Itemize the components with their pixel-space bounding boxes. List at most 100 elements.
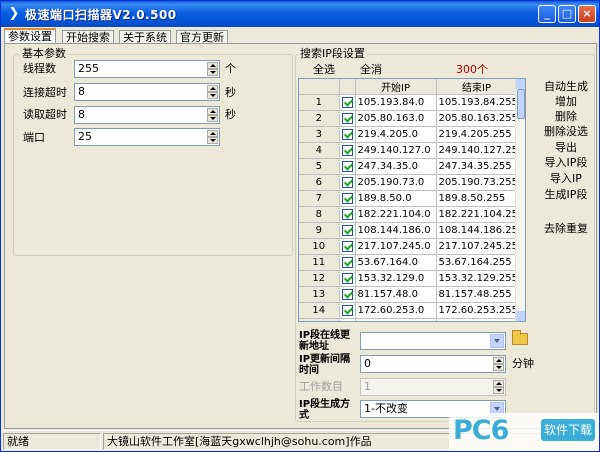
read-timeout-up-arrow-icon[interactable] <box>207 108 218 115</box>
table-scrollbar[interactable] <box>515 79 525 321</box>
connect-timeout-down-arrow-icon[interactable] <box>207 92 218 99</box>
start-ip-cell[interactable]: 172.60.253.0 <box>355 302 437 319</box>
scroll-up-arrow-icon[interactable] <box>516 79 525 89</box>
interval-down-arrow-icon[interactable] <box>493 364 504 371</box>
end-ip-cell[interactable]: 105.193.84.255 <box>436 94 518 111</box>
connect-timeout-stepper[interactable]: 8 <box>74 83 220 101</box>
table-row[interactable]: 14 172.60.253.0 172.60.253.255 <box>299 302 518 319</box>
select-all-button[interactable]: 全选 <box>313 63 335 77</box>
table-row[interactable]: 3 219.4.205.0 219.4.205.255 <box>299 126 518 143</box>
end-ip-cell[interactable]: 153.32.129.255 <box>436 270 518 287</box>
threads-stepper[interactable]: 255 <box>74 60 220 78</box>
row-checkbox-icon[interactable] <box>341 320 353 321</box>
end-ip-cell[interactable]: 205.190.73.255 <box>436 174 518 191</box>
add-button[interactable]: 增加 <box>544 95 588 109</box>
end-ip-cell[interactable]: 217.107.245.255 <box>436 238 518 255</box>
read-timeout-down-arrow-icon[interactable] <box>207 115 218 122</box>
start-ip-header[interactable]: 开始IP <box>355 79 437 95</box>
end-ip-cell[interactable]: 182.221.104.255 <box>436 206 518 223</box>
row-checkbox-icon[interactable] <box>341 304 353 316</box>
table-row[interactable]: 2 205.80.163.0 205.80.163.255 <box>299 110 518 127</box>
maximize-button[interactable]: □ <box>558 5 576 23</box>
start-ip-cell[interactable]: 53.67.164.0 <box>355 254 437 271</box>
import-ip-range-button[interactable]: 导入IP段 <box>544 156 588 170</box>
row-checkbox-icon[interactable] <box>341 144 353 156</box>
table-row[interactable]: 11 53.67.164.0 53.67.164.255 <box>299 254 518 271</box>
export-button[interactable]: 导出 <box>544 141 588 155</box>
scroll-thumb[interactable] <box>517 89 525 119</box>
tab-about[interactable]: 关于系统 <box>119 30 171 44</box>
interval-stepper[interactable]: 0 <box>360 355 506 373</box>
end-ip-cell[interactable]: 249.140.127.255 <box>436 142 518 159</box>
folder-open-icon[interactable] <box>512 330 528 345</box>
row-checkbox-icon[interactable] <box>341 128 353 140</box>
table-row[interactable]: 7 189.8.50.0 189.8.50.255 <box>299 190 518 207</box>
end-ip-cell[interactable]: 108.144.186.255 <box>436 222 518 239</box>
start-ip-cell[interactable]: 249.140.127.0 <box>355 142 437 159</box>
scroll-down-arrow-icon[interactable] <box>516 311 525 321</box>
start-ip-cell[interactable]: 103.235.126.0 <box>355 318 437 321</box>
table-row[interactable]: 8 182.221.104.0 182.221.104.255 <box>299 206 518 223</box>
start-ip-cell[interactable]: 219.4.205.0 <box>355 126 437 143</box>
end-ip-cell[interactable]: 53.67.164.255 <box>436 254 518 271</box>
table-row[interactable]: 1 105.193.84.0 105.193.84.255 <box>299 94 518 111</box>
start-ip-cell[interactable]: 105.193.84.0 <box>355 94 437 111</box>
read-timeout-stepper[interactable]: 8 <box>74 106 220 124</box>
row-checkbox-icon[interactable] <box>341 272 353 284</box>
start-ip-cell[interactable]: 182.221.104.0 <box>355 206 437 223</box>
start-ip-cell[interactable]: 205.80.163.0 <box>355 110 437 127</box>
close-button[interactable]: × <box>578 5 596 23</box>
row-checkbox-icon[interactable] <box>341 192 353 204</box>
minimize-button[interactable]: _ <box>538 5 556 23</box>
end-ip-cell[interactable]: 219.4.205.255 <box>436 126 518 143</box>
table-row[interactable]: 9 108.144.186.0 108.144.186.255 <box>299 222 518 239</box>
start-ip-cell[interactable]: 217.107.245.0 <box>355 238 437 255</box>
title-bar[interactable]: ❯ 极速端口扫描器V2.0.500 _ □ × <box>1 1 599 27</box>
row-checkbox-icon[interactable] <box>341 176 353 188</box>
table-row[interactable]: 15 103.235.126.0103.235.126.255 <box>299 318 518 321</box>
end-ip-cell[interactable]: 189.8.50.255 <box>436 190 518 207</box>
update-url-dropdown-icon[interactable] <box>490 334 504 348</box>
tab-search[interactable]: 开始搜索 <box>62 30 114 44</box>
connect-timeout-up-arrow-icon[interactable] <box>207 85 218 92</box>
tab-update[interactable]: 官方更新 <box>176 30 228 44</box>
table-row[interactable]: 10 217.107.245.0 217.107.245.255 <box>299 238 518 255</box>
end-ip-header[interactable]: 结束IP <box>436 79 518 95</box>
start-ip-cell[interactable]: 108.144.186.0 <box>355 222 437 239</box>
row-checkbox-icon[interactable] <box>341 240 353 252</box>
threads-down-arrow-icon[interactable] <box>207 69 218 76</box>
row-checkbox-icon[interactable] <box>341 96 353 108</box>
row-checkbox-icon[interactable] <box>341 112 353 124</box>
start-ip-cell[interactable]: 247.34.35.0 <box>355 158 437 175</box>
ip-range-table[interactable]: 开始IP 结束IP 1 105.193.84.0 105.193.84.255 2 20… <box>298 78 526 322</box>
port-stepper[interactable]: 25 <box>74 128 220 146</box>
update-url-combo[interactable] <box>360 332 506 350</box>
threads-up-arrow-icon[interactable] <box>207 62 218 69</box>
delete-button[interactable]: 删除 <box>544 110 588 124</box>
start-ip-cell[interactable]: 153.32.129.0 <box>355 270 437 287</box>
end-ip-cell[interactable]: 172.60.253.255 <box>436 302 518 319</box>
table-row[interactable]: 4 249.140.127.0 249.140.127.255 <box>299 142 518 159</box>
start-ip-cell[interactable]: 189.8.50.0 <box>355 190 437 207</box>
end-ip-cell[interactable]: 103.235.126.255 <box>436 318 518 321</box>
end-ip-cell[interactable]: 81.157.48.255 <box>436 286 518 303</box>
table-row[interactable]: 13 81.157.48.0 81.157.48.255 <box>299 286 518 303</box>
row-checkbox-icon[interactable] <box>341 288 353 300</box>
end-ip-cell[interactable]: 205.80.163.255 <box>436 110 518 127</box>
end-ip-cell[interactable]: 247.34.35.255 <box>436 158 518 175</box>
interval-up-arrow-icon[interactable] <box>493 357 504 364</box>
import-ip-button[interactable]: 导入IP <box>544 172 588 186</box>
delete-unchecked-button[interactable]: 删除没选 <box>544 125 588 139</box>
row-checkbox-icon[interactable] <box>341 208 353 220</box>
row-checkbox-icon[interactable] <box>341 224 353 236</box>
start-ip-cell[interactable]: 205.190.73.0 <box>355 174 437 191</box>
port-down-arrow-icon[interactable] <box>207 137 218 144</box>
table-row[interactable]: 5 247.34.35.0 247.34.35.255 <box>299 158 518 175</box>
row-checkbox-icon[interactable] <box>341 256 353 268</box>
generate-ip-range-button[interactable]: 生成IP段 <box>544 188 588 202</box>
select-none-button[interactable]: 全消 <box>360 63 382 77</box>
row-checkbox-icon[interactable] <box>341 160 353 172</box>
start-ip-cell[interactable]: 81.157.48.0 <box>355 286 437 303</box>
port-up-arrow-icon[interactable] <box>207 130 218 137</box>
table-row[interactable]: 6 205.190.73.0 205.190.73.255 <box>299 174 518 191</box>
